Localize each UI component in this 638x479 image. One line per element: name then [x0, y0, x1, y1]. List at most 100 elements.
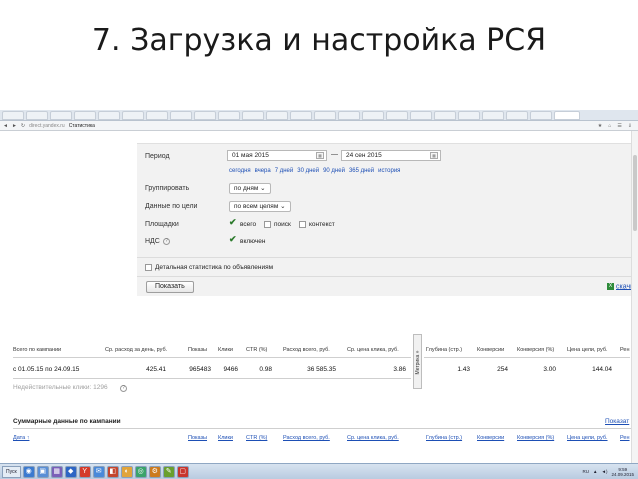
- browser-tab[interactable]: [74, 111, 96, 120]
- taskbar-app-icon[interactable]: ◎: [134, 465, 147, 478]
- metrika-tab[interactable]: Метрика »: [413, 334, 422, 389]
- browser-tab-active[interactable]: [554, 111, 580, 120]
- table-header: Рен: [620, 347, 630, 353]
- sort-column[interactable]: Конверсия (%): [517, 435, 554, 441]
- quick-period-7[interactable]: 7 дней: [275, 168, 294, 174]
- sort-column[interactable]: CTR (%): [246, 435, 267, 441]
- browser-tab[interactable]: [434, 111, 456, 120]
- address-bar[interactable]: ◄ ► ↻ direct.yandex.ru Статистика ★ ⌂ ☰ …: [0, 121, 638, 131]
- browser-tab[interactable]: [194, 111, 216, 120]
- checkmark-icon[interactable]: ✔: [229, 235, 237, 244]
- quick-period-365[interactable]: 365 дней: [349, 168, 374, 174]
- back-icon[interactable]: ◄: [3, 123, 8, 129]
- date-to-input[interactable]: 24 сен 2015 ▦: [341, 150, 441, 161]
- browser-tab[interactable]: [50, 111, 72, 120]
- platform-context-label: контекст: [309, 221, 335, 228]
- date-from-input[interactable]: 01 мая 2015 ▦: [227, 150, 327, 161]
- platform-all-label: всего: [240, 221, 257, 228]
- browser-tab[interactable]: [530, 111, 552, 120]
- reload-icon[interactable]: ↻: [21, 123, 25, 129]
- taskbar-app-icon[interactable]: ✉: [92, 465, 105, 478]
- browser-tab[interactable]: [170, 111, 192, 120]
- browser-tab[interactable]: [98, 111, 120, 120]
- taskbar-app-icon[interactable]: ◆: [64, 465, 77, 478]
- filters-panel: Период 01 мая 2015 ▦ — 24 сен 2015 ▦ сег…: [137, 143, 635, 296]
- table-cell: 0.98: [259, 366, 272, 373]
- clock[interactable]: 9:59 24.09.2015: [611, 467, 634, 477]
- summary-show-link[interactable]: Показат: [605, 418, 629, 425]
- taskbar-app-icon[interactable]: ▢: [176, 465, 189, 478]
- quick-period-history[interactable]: история: [378, 168, 400, 174]
- help-icon[interactable]: ?: [163, 238, 170, 245]
- sort-column[interactable]: Конверсии: [477, 435, 504, 441]
- network-icon[interactable]: ▲: [593, 469, 597, 474]
- divider: [137, 257, 635, 258]
- sort-column[interactable]: Ср. цена клика, руб.: [347, 435, 399, 441]
- browser-tab[interactable]: [290, 111, 312, 120]
- taskbar-app-icon[interactable]: ⚙: [148, 465, 161, 478]
- group-label: Группировать: [145, 185, 190, 192]
- browser-tab[interactable]: [146, 111, 168, 120]
- browser-tab[interactable]: [122, 111, 144, 120]
- browser-tab[interactable]: [482, 111, 504, 120]
- help-icon[interactable]: ?: [120, 385, 127, 392]
- quick-period-30[interactable]: 30 дней: [297, 168, 319, 174]
- scrollbar-thumb[interactable]: [633, 155, 637, 231]
- table-header: Показы: [188, 347, 208, 353]
- browser-tab[interactable]: [410, 111, 432, 120]
- platform-search-checkbox[interactable]: [264, 221, 271, 228]
- sort-column[interactable]: Показы: [188, 435, 207, 441]
- browser-tab[interactable]: [386, 111, 408, 120]
- browser-tab[interactable]: [2, 111, 24, 120]
- menu-icon[interactable]: ☰: [617, 123, 621, 129]
- sort-column[interactable]: Рен: [620, 435, 630, 441]
- sort-column[interactable]: Клики: [218, 435, 233, 441]
- calendar-icon[interactable]: ▦: [316, 152, 324, 159]
- goals-select[interactable]: по всем целям ⌄: [229, 201, 291, 212]
- browser-tab[interactable]: [218, 111, 240, 120]
- table-cell: 425.41: [146, 366, 166, 373]
- language-indicator[interactable]: RU: [583, 469, 590, 474]
- group-select[interactable]: по дням ⌄: [229, 183, 271, 194]
- platform-context-checkbox[interactable]: [299, 221, 306, 228]
- browser-tab[interactable]: [362, 111, 384, 120]
- taskbar-app-icon[interactable]: ◐: [120, 465, 133, 478]
- download-icon[interactable]: ⇓: [628, 123, 632, 129]
- quick-period-yesterday[interactable]: вчера: [255, 168, 271, 174]
- browser-tab[interactable]: [506, 111, 528, 120]
- start-button[interactable]: Пуск: [2, 465, 21, 478]
- quick-period-today[interactable]: сегодня: [229, 168, 251, 174]
- url-text[interactable]: direct.yandex.ru: [29, 123, 65, 129]
- taskbar-app-icon[interactable]: ✎: [162, 465, 175, 478]
- taskbar-app-icon[interactable]: ◧: [106, 465, 119, 478]
- calendar-icon[interactable]: ▦: [430, 152, 438, 159]
- table-header: Глубина (стр.): [426, 347, 463, 353]
- quick-period-90[interactable]: 90 дней: [323, 168, 345, 174]
- star-icon[interactable]: ★: [598, 123, 602, 129]
- show-button[interactable]: Показать: [146, 281, 194, 293]
- browser-tab[interactable]: [266, 111, 288, 120]
- sort-column-date[interactable]: Дата ↑: [13, 435, 29, 441]
- browser-tab[interactable]: [26, 111, 48, 120]
- date-to-value: 24 сен 2015: [346, 152, 382, 159]
- taskbar-app-icon[interactable]: ▣: [36, 465, 49, 478]
- sort-column[interactable]: Глубина (стр.): [426, 435, 462, 441]
- browser-tab[interactable]: [338, 111, 360, 120]
- forward-icon[interactable]: ►: [12, 123, 17, 129]
- taskbar-app-icon[interactable]: ◉: [22, 465, 35, 478]
- browser-tab[interactable]: [314, 111, 336, 120]
- browser-tab[interactable]: [242, 111, 264, 120]
- metrika-tab-label: Метрика »: [415, 350, 421, 375]
- sort-column[interactable]: Расход всего, руб.: [283, 435, 330, 441]
- table-header: Клики: [218, 347, 233, 353]
- taskbar-app-icon[interactable]: Y: [78, 465, 91, 478]
- detailed-stats-checkbox[interactable]: [145, 264, 152, 271]
- taskbar-app-icon[interactable]: ▦: [50, 465, 63, 478]
- vertical-scrollbar[interactable]: [631, 131, 638, 463]
- home-icon[interactable]: ⌂: [608, 123, 611, 129]
- download-xls-link[interactable]: Xскачи: [607, 283, 634, 290]
- browser-tab[interactable]: [458, 111, 480, 120]
- sort-column[interactable]: Цена цели, руб.: [567, 435, 608, 441]
- checkmark-icon[interactable]: ✔: [229, 218, 237, 227]
- volume-icon[interactable]: ◄): [602, 469, 608, 474]
